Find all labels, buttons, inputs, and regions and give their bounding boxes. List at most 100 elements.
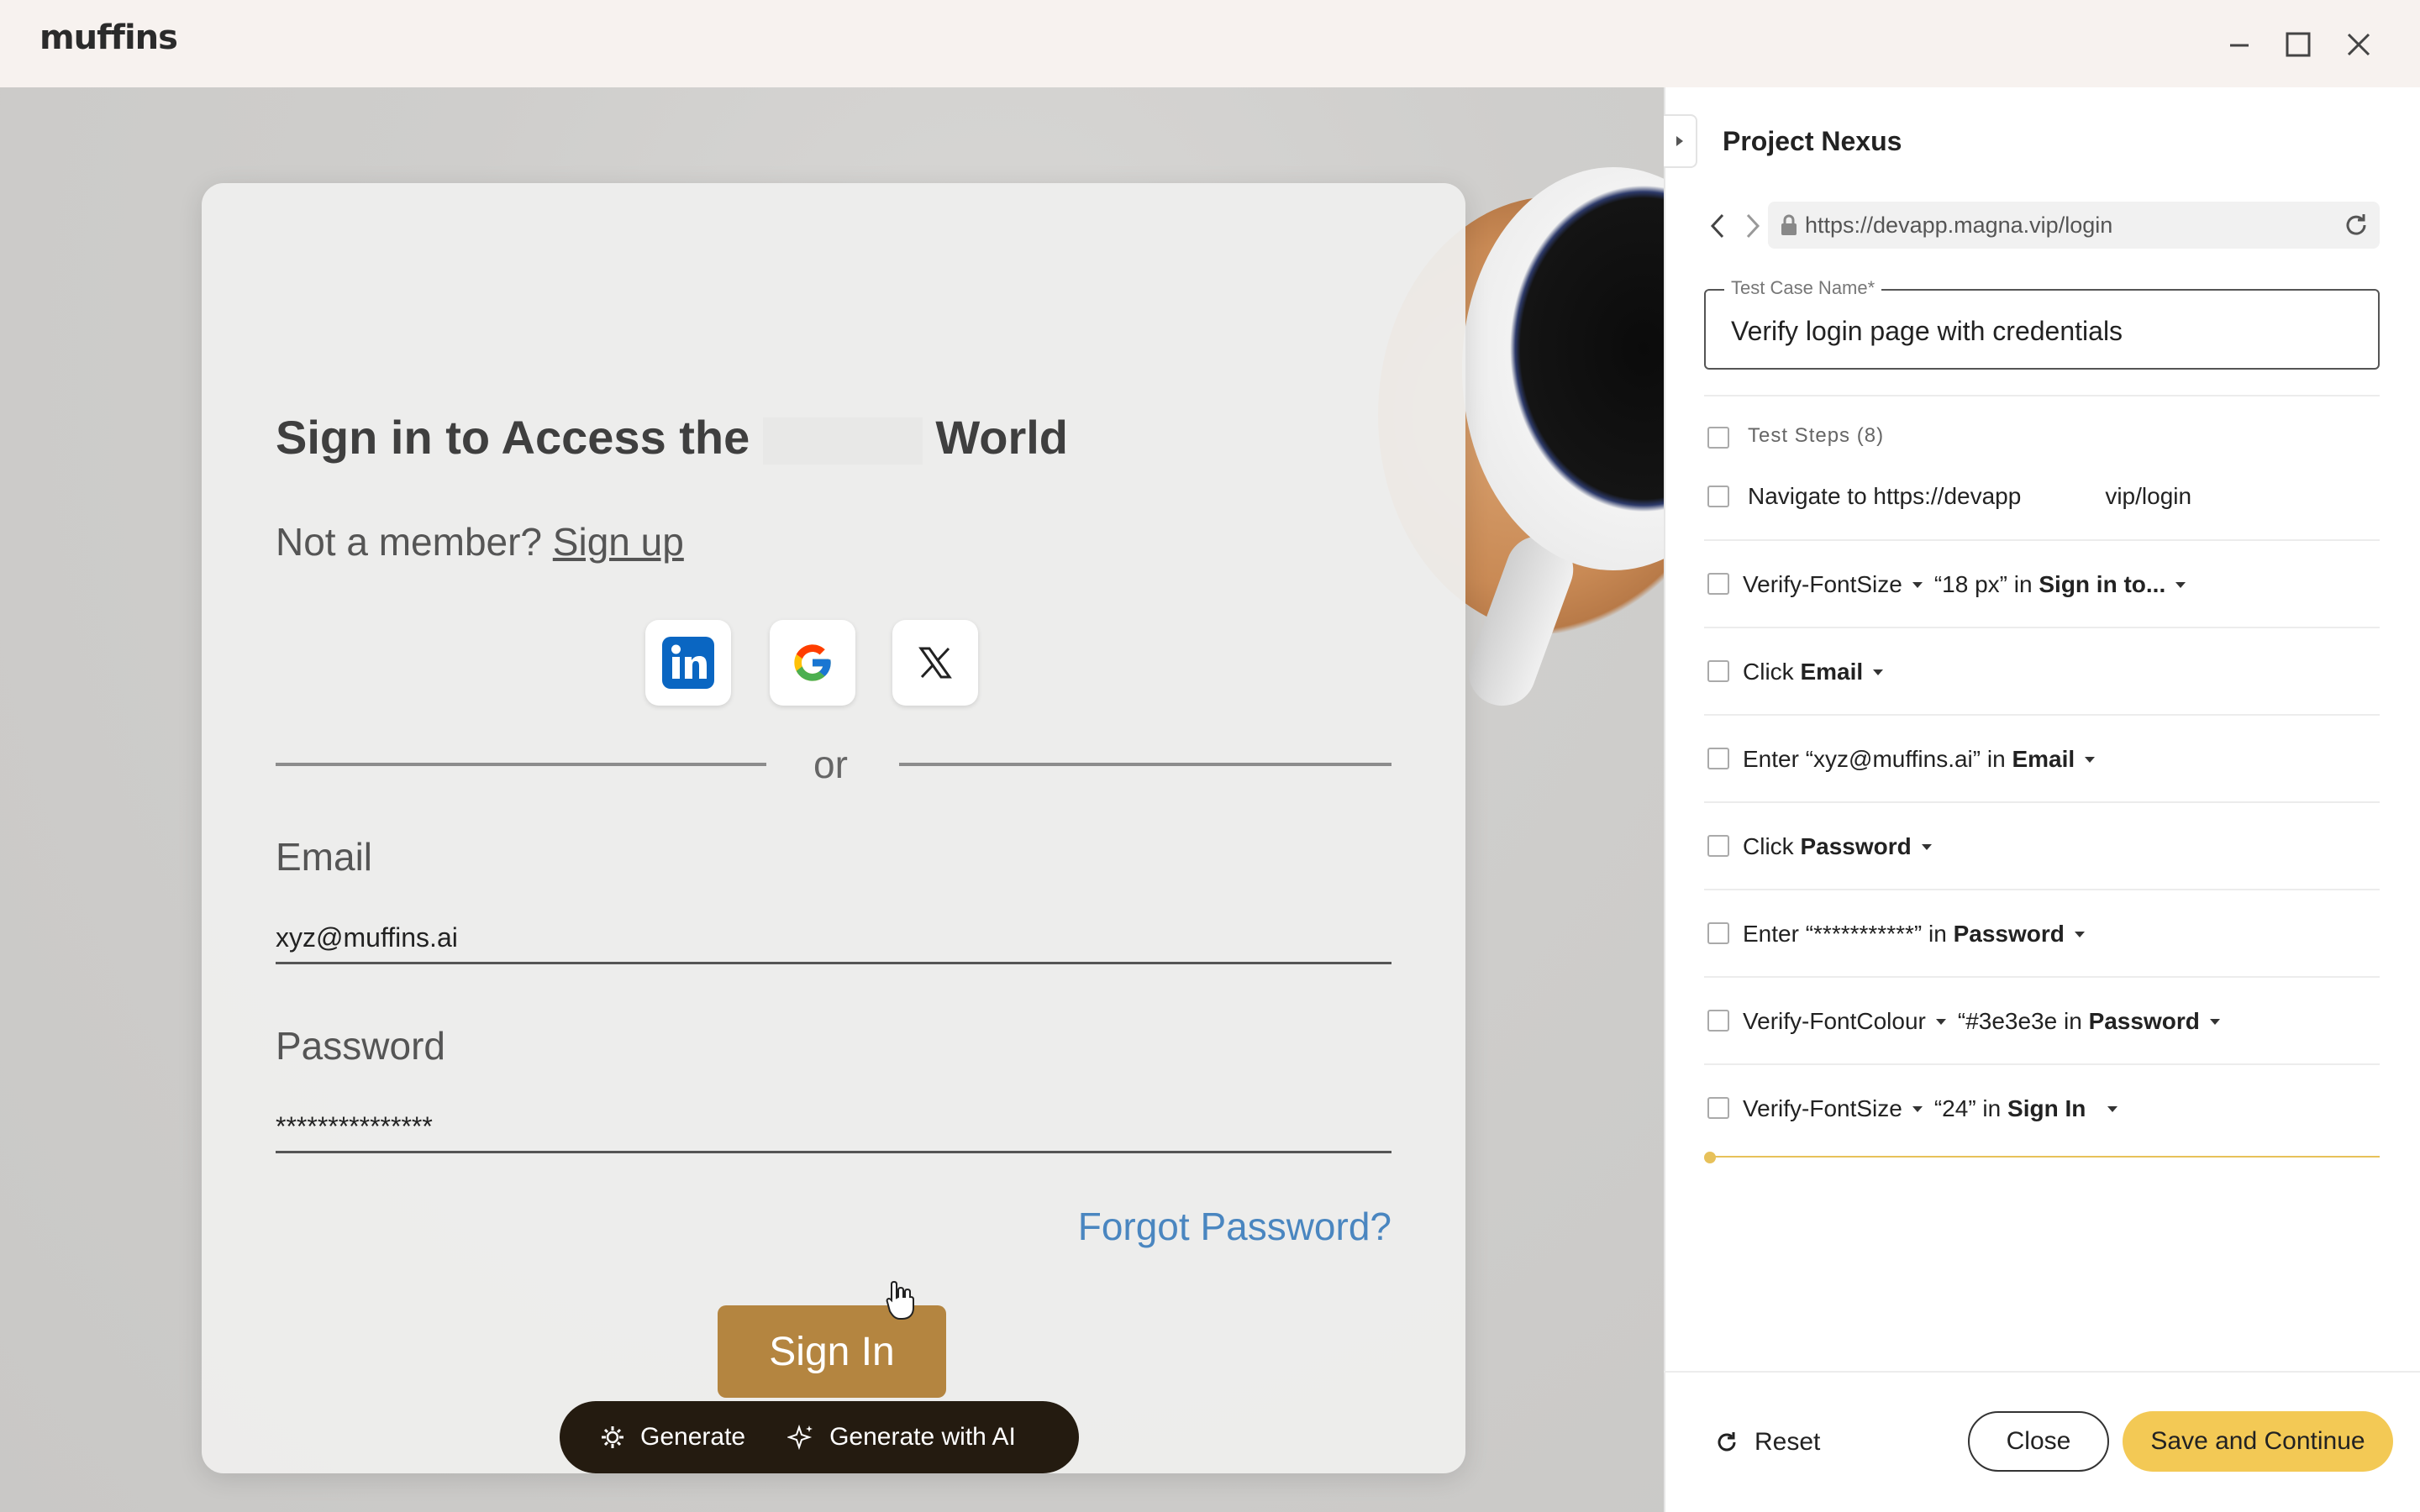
hand-cursor-icon	[886, 1280, 914, 1320]
reset-label: Reset	[1754, 1428, 1821, 1456]
minimize-icon[interactable]	[2218, 24, 2260, 66]
test-step-8[interactable]: Verify-FontSize “24” in Sign In	[1743, 1095, 2129, 1122]
steps-select-all-checkbox[interactable]	[1707, 427, 1729, 449]
signup-link[interactable]: Sign up	[553, 520, 684, 564]
email-label: Email	[276, 835, 373, 879]
email-field[interactable]	[276, 914, 1392, 964]
caret-down-icon[interactable]	[2074, 931, 2085, 937]
title-redacted	[762, 417, 923, 465]
step-action: Enter “xyz@muffins.ai” in	[1743, 746, 2006, 772]
password-field[interactable]	[276, 1103, 1392, 1153]
separator	[1704, 976, 2380, 978]
save-and-continue-button[interactable]: Save and Continue	[2123, 1411, 2393, 1472]
step-checkbox-8[interactable]	[1707, 1097, 1729, 1119]
step-target: Email	[2012, 746, 2075, 772]
test-steps-header: Test Steps (8)	[1748, 424, 1885, 447]
step-action: Verify-FontSize	[1743, 571, 1902, 597]
forward-arrow-icon[interactable]	[1739, 212, 1765, 240]
caret-down-icon[interactable]	[2107, 1105, 2118, 1112]
separator	[1704, 627, 2380, 628]
divider-left	[276, 763, 766, 766]
member-prompt: Not a member? Sign up	[276, 519, 684, 564]
step-value: “18 px” in	[1933, 571, 2033, 597]
caret-down-icon[interactable]	[1873, 669, 1884, 675]
google-button[interactable]	[770, 620, 855, 706]
maximize-icon[interactable]	[2277, 24, 2319, 66]
test-step-2[interactable]: Verify-FontSize “18 px” in Sign in to...	[1743, 571, 2197, 598]
step-checkbox-5[interactable]	[1707, 835, 1729, 857]
test-step-7[interactable]: Verify-FontColour “#3e3e3e in Password	[1743, 1008, 2232, 1035]
x-icon	[918, 647, 952, 679]
progress-dot	[1704, 1152, 1716, 1163]
gear-icon	[602, 1426, 623, 1448]
step-action: Click	[1743, 833, 1794, 859]
step-checkbox-2[interactable]	[1707, 573, 1729, 595]
caret-down-icon[interactable]	[2085, 756, 2096, 763]
step-checkbox-7[interactable]	[1707, 1010, 1729, 1032]
caret-down-icon[interactable]	[1921, 843, 1932, 850]
reset-icon	[1718, 1432, 1736, 1452]
caret-down-icon[interactable]	[1912, 1105, 1923, 1112]
step-checkbox-4[interactable]	[1707, 748, 1729, 769]
step-target: Password	[2088, 1008, 2200, 1034]
separator	[1704, 539, 2380, 541]
step-checkbox-3[interactable]	[1707, 660, 1729, 682]
step-target: Sign in to...	[2039, 571, 2166, 597]
step-text: vip/login	[2105, 483, 2192, 509]
password-label: Password	[276, 1024, 445, 1068]
caret-right-icon	[1676, 136, 1683, 146]
caret-down-icon[interactable]	[2175, 581, 2186, 588]
url-bar[interactable]: https://devapp.magna.vip/login	[1768, 202, 2380, 249]
step-action: Verify-FontColour	[1743, 1008, 1926, 1034]
test-step-6[interactable]: Enter “***********” in Password	[1743, 921, 2096, 948]
generate-toolbar: Generate Generate with AI	[560, 1401, 1079, 1473]
step-action: Click	[1743, 659, 1794, 685]
caret-down-icon[interactable]	[2209, 1018, 2220, 1025]
test-step-5[interactable]: Click Password	[1743, 833, 1944, 860]
step-checkbox-1[interactable]	[1707, 486, 1729, 507]
collapse-panel-button[interactable]	[1664, 114, 1697, 168]
title-bar: muffins	[0, 0, 2420, 87]
generate-with-ai-button[interactable]: Generate with AI	[787, 1423, 1016, 1452]
generate-label: Generate	[640, 1423, 746, 1451]
close-icon[interactable]	[2338, 24, 2380, 66]
separator	[1704, 714, 2380, 716]
title-start: Sign in to Access the	[276, 411, 750, 464]
generate-ai-label: Generate with AI	[829, 1423, 1016, 1451]
close-button[interactable]: Close	[1968, 1411, 2109, 1472]
reload-icon[interactable]	[2343, 212, 2370, 239]
step-target: Sign In	[2007, 1095, 2086, 1121]
footer-separator	[1664, 1371, 2420, 1373]
separator	[1704, 1063, 2380, 1065]
separator	[1704, 395, 2380, 396]
caret-down-icon[interactable]	[1935, 1018, 1946, 1025]
step-text: Navigate to https://devapp	[1748, 483, 2022, 509]
title-end: World	[935, 411, 1068, 464]
sparkle-icon	[787, 1424, 813, 1451]
step-checkbox-6[interactable]	[1707, 922, 1729, 944]
test-step-1[interactable]: Navigate to https://devapp vip/login	[1748, 483, 2191, 510]
test-case-name-field[interactable]: Test Case Name* Verify login page with c…	[1704, 277, 2380, 370]
test-case-name-value: Verify login page with credentials	[1731, 316, 2123, 346]
x-button[interactable]	[892, 620, 978, 706]
or-text: or	[813, 743, 848, 786]
step-value: “#3e3e3e in	[1957, 1008, 2082, 1034]
generate-button[interactable]: Generate	[600, 1423, 745, 1452]
step-action: Verify-FontSize	[1743, 1095, 1902, 1121]
step-value: “24” in	[1933, 1095, 2002, 1121]
project-title: Project Nexus	[1723, 126, 1902, 156]
url-text: https://devapp.magna.vip/login	[1805, 213, 2113, 238]
linkedin-button[interactable]	[645, 620, 731, 706]
login-card: Sign in to Access the World Not a member…	[202, 183, 1465, 1473]
step-target: Password	[1800, 833, 1912, 859]
forgot-password-link[interactable]: Forgot Password?	[1078, 1204, 1392, 1249]
progress-line	[1707, 1156, 2380, 1158]
reset-button[interactable]: Reset	[1714, 1428, 1820, 1457]
member-text: Not a member?	[276, 520, 543, 564]
back-arrow-icon[interactable]	[1706, 212, 1731, 240]
caret-down-icon[interactable]	[1912, 581, 1923, 588]
linkedin-icon	[662, 637, 714, 689]
test-step-3[interactable]: Click Email	[1743, 659, 1895, 685]
google-icon	[794, 644, 831, 681]
test-step-4[interactable]: Enter “xyz@muffins.ai” in Email	[1743, 746, 2107, 773]
